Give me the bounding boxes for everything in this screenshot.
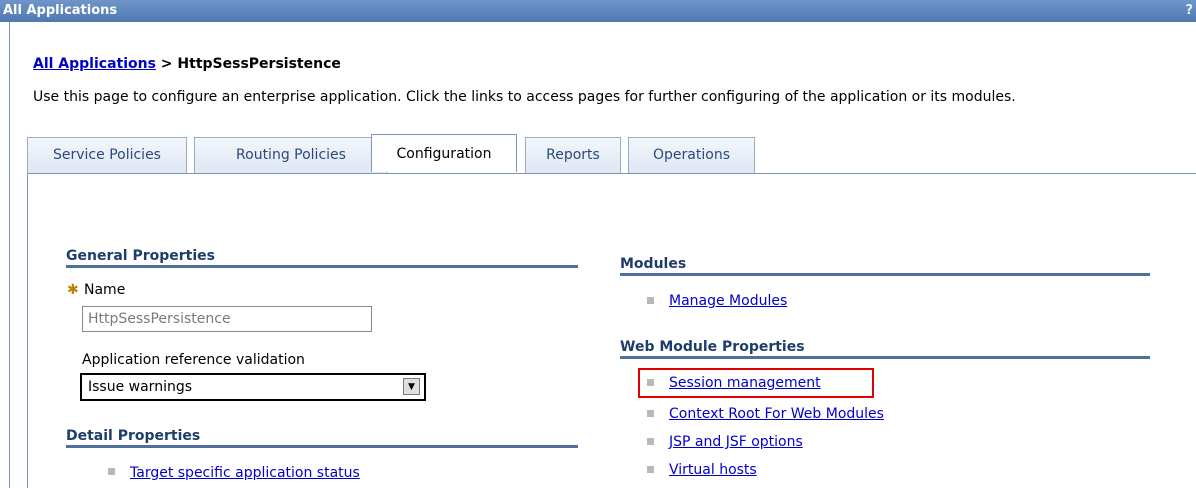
session-management-highlight [638,368,874,398]
breadcrumb-all-applications-link[interactable]: All Applications [33,56,156,72]
bullet-icon [647,438,654,445]
name-label: Name [84,282,126,298]
tab-service-policies[interactable]: Service Policies [27,137,187,173]
content-border [9,22,10,488]
web-module-properties-heading: Web Module Properties [620,339,805,355]
bullet-icon [647,297,654,304]
dropdown-arrow-icon[interactable]: ▼ [403,378,420,395]
web-module-properties-rule [620,356,1150,359]
breadcrumb-current: HttpSessPersistence [177,56,341,72]
modules-rule [620,273,1150,276]
manage-modules-link[interactable]: Manage Modules [669,293,787,309]
tab-operations[interactable]: Operations [628,137,755,173]
bullet-icon [647,466,654,473]
target-specific-status-link[interactable]: Target specific application status [130,465,360,481]
context-root-link[interactable]: Context Root For Web Modules [669,406,884,422]
general-properties-heading: General Properties [66,248,215,264]
bullet-icon [647,410,654,417]
modules-heading: Modules [620,256,687,272]
tab-configuration[interactable]: Configuration [371,134,517,172]
help-button[interactable]: ? [1185,0,1193,22]
tab-reports[interactable]: Reports [525,137,621,173]
breadcrumb-separator: > [155,56,178,72]
virtual-hosts-link[interactable]: Virtual hosts [669,462,757,478]
general-properties-rule [66,265,578,268]
breadcrumb: All Applications > HttpSessPersistence [33,56,341,72]
jsp-jsf-options-link[interactable]: JSP and JSF options [669,434,803,450]
page-description: Use this page to configure an enterprise… [33,89,1016,105]
validation-select[interactable]: Issue warnings ▼ [80,373,426,401]
detail-properties-rule [66,445,578,448]
window-title: All Applications [3,3,118,18]
required-star-icon: ✱ [67,282,79,298]
tab-routing-policies[interactable]: Routing Policies [194,137,388,173]
name-field[interactable]: HttpSessPersistence [82,306,372,332]
window-titlebar: All Applications ? [0,0,1196,22]
detail-properties-heading: Detail Properties [66,428,201,444]
validation-select-value: Issue warnings [88,379,193,395]
bullet-icon [108,468,115,475]
validation-label: Application reference validation [82,352,305,368]
